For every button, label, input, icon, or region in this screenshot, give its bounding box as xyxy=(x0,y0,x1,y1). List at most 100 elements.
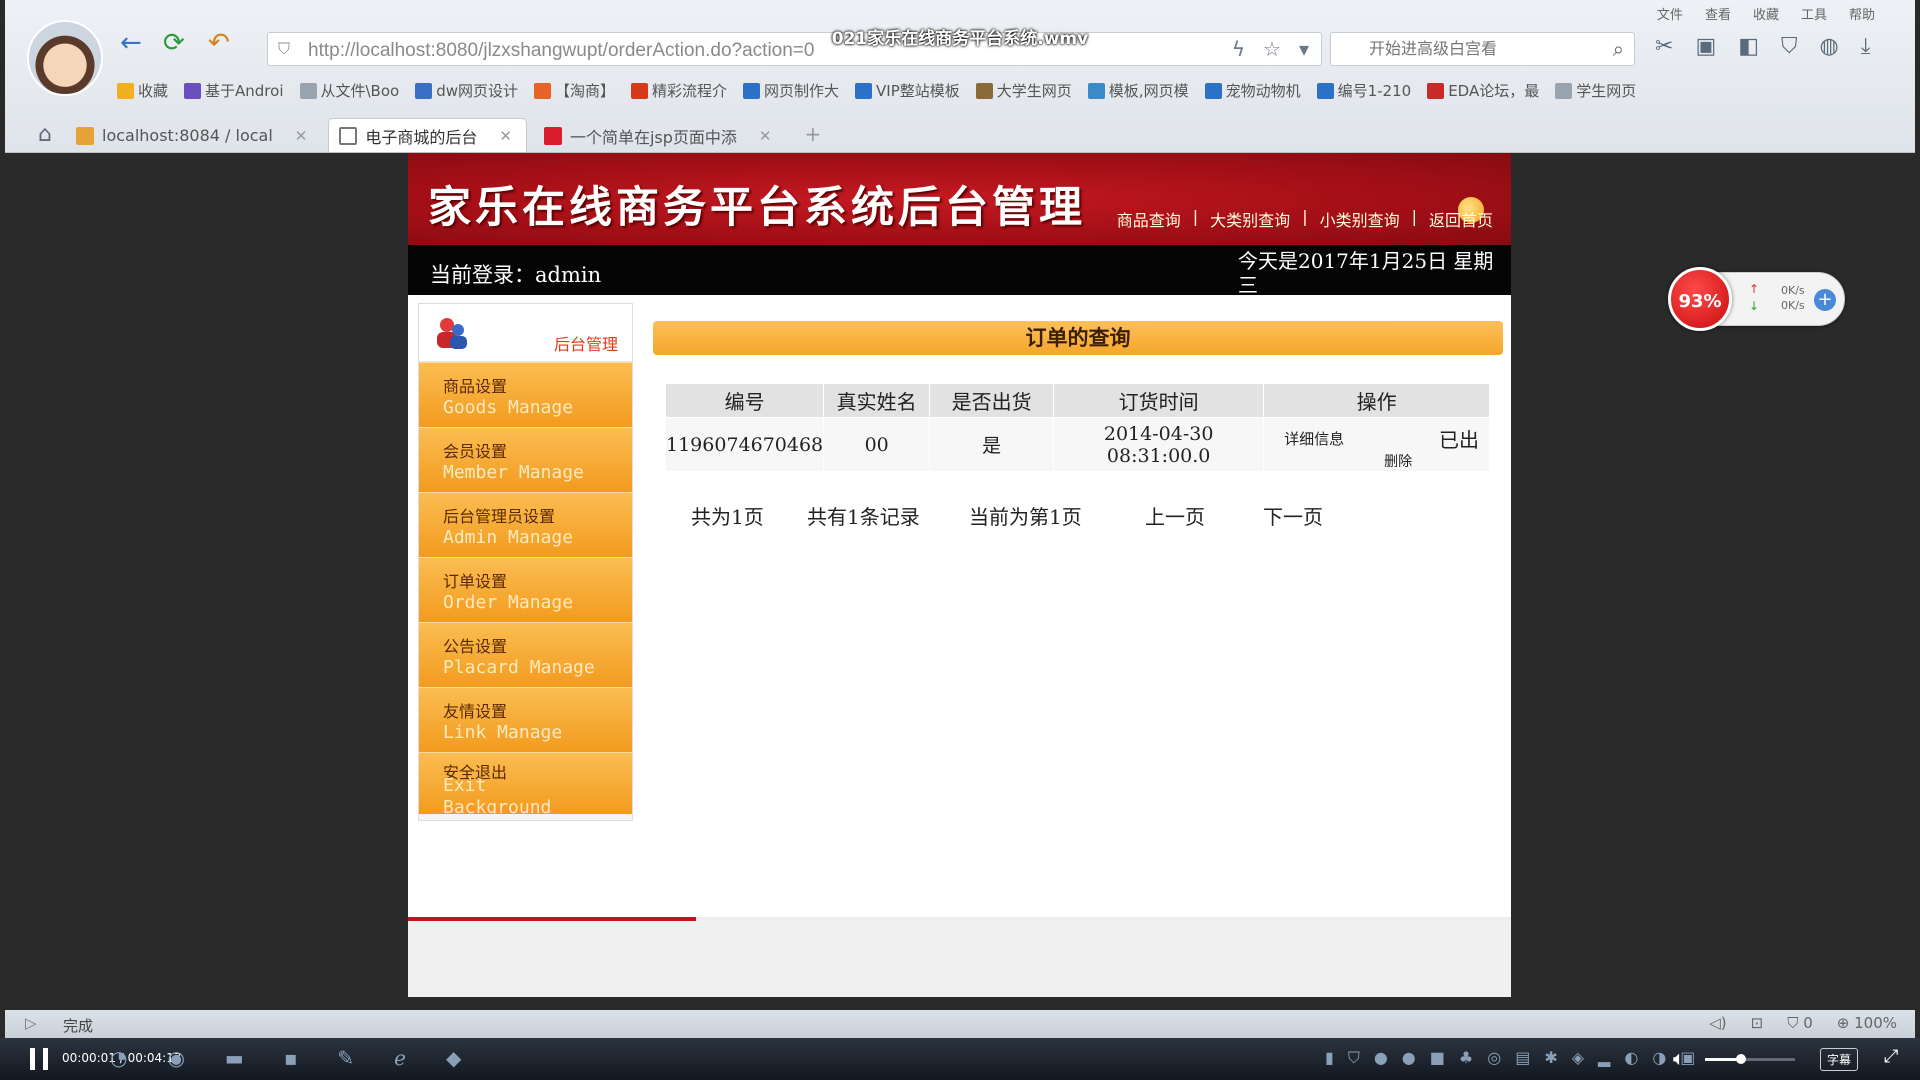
close-icon[interactable]: ✕ xyxy=(499,127,512,145)
main-content: 订单的查询 编号 真实姓名 是否出货 订货时间 操作 1196074670468… xyxy=(653,321,1503,529)
sidebar-item-link[interactable]: 友情设置 Link Manage xyxy=(419,687,632,752)
col-shipped: 是否出货 xyxy=(929,383,1055,418)
section-title: 订单的查询 xyxy=(653,321,1503,355)
network-speed-widget[interactable]: 93% ↑ ↓ 0K/s 0K/s + xyxy=(1668,267,1845,331)
page-footer xyxy=(408,921,1511,997)
bookmark-item[interactable]: 收藏 xyxy=(117,80,168,101)
tray-icon[interactable]: ◐ xyxy=(1624,1048,1638,1068)
bookmark-item[interactable]: 网页制作大 xyxy=(743,80,839,101)
sidebar-item-sublabel: Admin Manage xyxy=(443,527,574,548)
tab-favicon xyxy=(339,126,358,145)
home-icon[interactable]: ⌂ xyxy=(25,122,65,147)
bookmark-icon xyxy=(299,82,317,99)
taskbar-app-icon[interactable]: ◉ xyxy=(167,1046,184,1070)
menu-tools[interactable]: 工具 xyxy=(1801,4,1827,23)
tray-icon[interactable]: ✱ xyxy=(1544,1048,1557,1068)
tray-icon[interactable]: ♣ xyxy=(1459,1048,1473,1068)
shield-counter[interactable]: ⛉ 0 xyxy=(1787,1014,1813,1032)
tab-localhost[interactable]: localhost:8084 / local ✕ xyxy=(65,118,322,152)
ie-icon[interactable]: ℯ xyxy=(394,1046,406,1070)
nav-product-query[interactable]: 商品查询 xyxy=(1117,207,1181,231)
tray-icon[interactable]: ▤ xyxy=(1515,1048,1530,1068)
col-name: 真实姓名 xyxy=(823,383,931,418)
tray-icon[interactable]: ▮ xyxy=(1325,1048,1334,1068)
admin-users-icon xyxy=(437,318,467,349)
upload-speed: 0K/s xyxy=(1781,284,1805,297)
nav-category-query[interactable]: 大类别查询 xyxy=(1210,207,1290,231)
bookmark-item[interactable]: 【淘商】 xyxy=(534,80,615,101)
sidebar-item-order[interactable]: 订单设置 Order Manage xyxy=(419,557,632,622)
nav-home[interactable]: 返回首页 xyxy=(1429,207,1493,231)
bookmark-icon xyxy=(631,82,649,99)
sidebar-item-placard[interactable]: 公告设置 Placard Manage xyxy=(419,622,632,687)
menu-view[interactable]: 查看 xyxy=(1705,4,1731,23)
tray-icon[interactable]: ◈ xyxy=(1572,1048,1584,1068)
actions-cell: 详细信息 已出 删除 xyxy=(1263,417,1490,472)
pen-icon[interactable]: ✎ xyxy=(337,1046,354,1070)
sidebar-item-exit[interactable]: 安全退出 Exit Background xyxy=(419,752,632,814)
taskbar-app-icon[interactable]: ◆ xyxy=(446,1046,461,1070)
tab-admin[interactable]: 电子商城的后台 ✕ xyxy=(328,118,527,152)
fullscreen-icon[interactable]: ⤢ xyxy=(1884,1046,1898,1067)
sidebar-header: 后台管理 xyxy=(419,304,632,362)
sidebar-item-sublabel: Exit Background xyxy=(443,775,552,814)
sidebar-item-label: 会员设置 xyxy=(443,442,508,461)
sidebar-item-member[interactable]: 会员设置 Member Manage xyxy=(419,427,632,492)
device-icon[interactable]: ⊡ xyxy=(1751,1014,1764,1032)
sidebar-item-label: 公告设置 xyxy=(443,637,508,656)
close-icon[interactable]: ✕ xyxy=(295,127,308,145)
bookmark-item[interactable]: 模板,网页模 xyxy=(1087,80,1189,101)
bookmark-item[interactable]: 宠物动物机 xyxy=(1204,80,1301,101)
menu-file[interactable]: 文件 xyxy=(1657,4,1683,23)
bookmark-item[interactable]: 学生网页 xyxy=(1555,80,1636,101)
memory-percent-badge[interactable]: 93% xyxy=(1668,267,1732,331)
tray-icon[interactable]: ◎ xyxy=(1487,1048,1501,1068)
tab-jsp[interactable]: 一个简单在jsp页面中添 ✕ xyxy=(533,118,787,152)
prev-page-link[interactable]: 上一页 xyxy=(1145,501,1205,530)
bookmark-item[interactable]: 基于Androi xyxy=(184,80,284,101)
sidebar-item-goods[interactable]: 商品设置 Goods Manage xyxy=(419,362,632,427)
table-row: 1196074670468 00 是 2014-04-30 08:31:00.0… xyxy=(664,417,1490,472)
bookmark-item[interactable]: 从文件\Boo xyxy=(299,80,399,101)
next-page-link[interactable]: 下一页 xyxy=(1263,501,1323,530)
volume-slider[interactable] xyxy=(1705,1054,1795,1064)
sidebar-item-label: 友情设置 xyxy=(443,702,508,721)
taskbar-app-icon[interactable]: ◔ xyxy=(110,1046,127,1070)
delete-link[interactable]: 删除 xyxy=(1384,451,1412,471)
tray-icon[interactable]: ◑ xyxy=(1652,1048,1666,1068)
menu-help[interactable]: 帮助 xyxy=(1849,4,1875,23)
menu-favorites[interactable]: 收藏 xyxy=(1753,4,1779,23)
tray-icon[interactable]: ● xyxy=(1374,1048,1388,1068)
bookmark-icon xyxy=(1204,82,1222,99)
plus-icon[interactable]: + xyxy=(1814,289,1836,311)
order-time: 2014-04-30 08:31:00.0 xyxy=(1053,417,1265,472)
new-tab-button[interactable]: + xyxy=(792,122,833,146)
subtitle-button[interactable]: 字幕 xyxy=(1820,1048,1859,1071)
folder-icon[interactable]: ▬ xyxy=(225,1046,244,1070)
bookmark-item[interactable]: EDA论坛，最 xyxy=(1427,80,1539,101)
zoom-level[interactable]: ⊕ 100% xyxy=(1837,1014,1897,1032)
sidebar-item-label: 商品设置 xyxy=(443,377,508,396)
sidebar-item-admin[interactable]: 后台管理员设置 Admin Manage xyxy=(419,492,632,557)
tray-icon[interactable]: ■ xyxy=(1430,1048,1445,1068)
taskbar-app-icon[interactable]: ▪ xyxy=(284,1046,298,1070)
volume-icon[interactable]: 🔈︎ xyxy=(1673,1046,1685,1070)
tray-icon[interactable]: ● xyxy=(1402,1048,1416,1068)
close-icon[interactable]: ✕ xyxy=(759,127,772,145)
sound-icon[interactable]: ◁) xyxy=(1709,1014,1726,1032)
bookmark-item[interactable]: VIP整站模板 xyxy=(855,80,960,101)
tray-icon[interactable]: ▂ xyxy=(1598,1048,1610,1068)
bookmark-item[interactable]: dw网页设计 xyxy=(415,80,518,101)
traffic-arrows-icon: ↑ ↓ xyxy=(1749,282,1760,313)
sidebar-item-sublabel: Goods Manage xyxy=(443,397,574,418)
bookmark-item[interactable]: 精彩流程介 xyxy=(631,80,727,101)
bookmark-item[interactable]: 大学生网页 xyxy=(975,80,1072,101)
bookmark-item[interactable]: 编号1-210 xyxy=(1316,80,1411,101)
volume-knob[interactable] xyxy=(1736,1054,1746,1064)
tray-icon[interactable]: ⛉ xyxy=(1348,1048,1360,1068)
status-page-icon: ▷ xyxy=(25,1014,37,1032)
nav-subcategory-query[interactable]: 小类别查询 xyxy=(1320,207,1400,231)
detail-link[interactable]: 详细信息 xyxy=(1284,428,1344,449)
bookmark-icon xyxy=(534,82,551,99)
pause-button[interactable] xyxy=(30,1048,48,1070)
